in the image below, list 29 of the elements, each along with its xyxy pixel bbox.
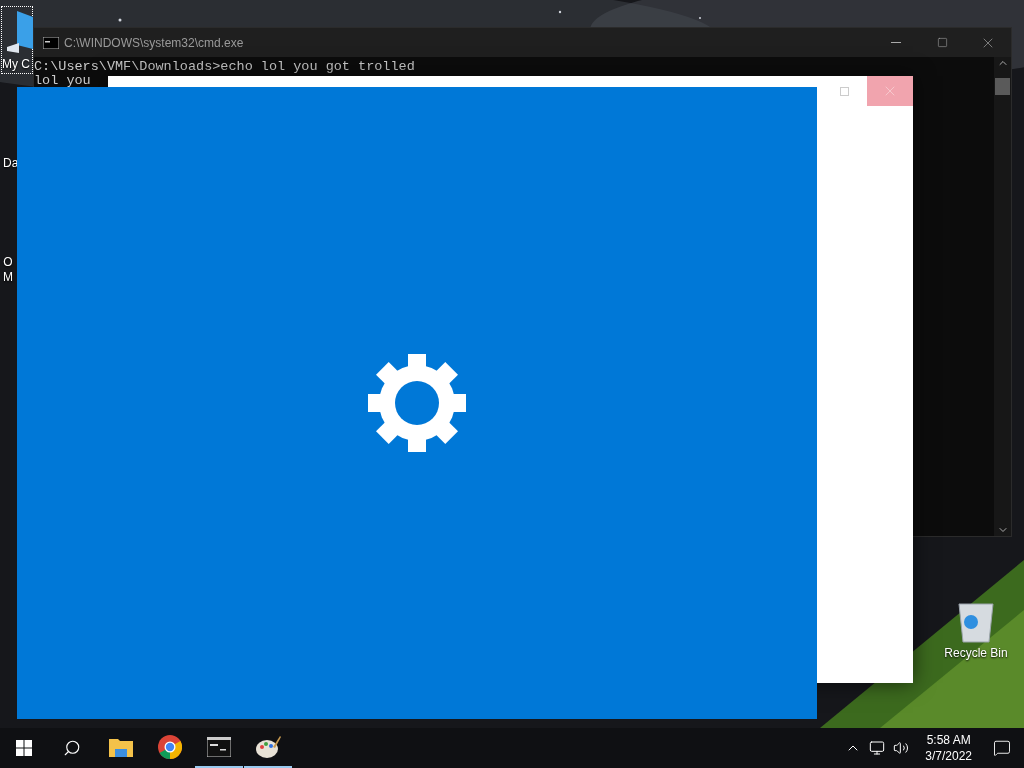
network-icon[interactable] [869, 740, 886, 756]
window-title: C:\WINDOWS\system32\cmd.exe [64, 34, 244, 52]
palette-icon [255, 735, 281, 759]
recycle-bin-icon [957, 600, 995, 644]
icon-label: Da [3, 156, 19, 171]
console-line: lol you [34, 74, 92, 88]
chrome-icon [158, 735, 182, 759]
windows-icon [16, 740, 32, 756]
clock-date: 3/7/2022 [925, 748, 972, 764]
icon-label: Recycle Bin [944, 646, 1008, 661]
scroll-thumb[interactable] [995, 78, 1010, 95]
search-icon [63, 739, 81, 757]
scrollbar[interactable] [994, 57, 1011, 536]
clock-time: 5:58 AM [926, 732, 971, 748]
clock[interactable]: 5:58 AM 3/7/2022 [917, 732, 980, 764]
volume-icon[interactable] [893, 740, 910, 756]
folder-icon [109, 737, 133, 757]
terminal-icon [207, 737, 231, 757]
minimize-icon [891, 42, 901, 43]
gear-icon [368, 354, 466, 452]
icon-label: O [3, 255, 13, 270]
notification-icon [993, 739, 1011, 757]
desktop-icon[interactable]: Recycle Bin [940, 600, 1012, 661]
terminal-icon [43, 36, 59, 49]
icon-label: M [3, 270, 13, 285]
desktop-icon[interactable]: My C [1, 6, 33, 74]
console-line: C:\Users\VMF\Downloads>echo lol you got trolled [34, 60, 416, 74]
icon-label: My C [2, 57, 30, 72]
maximize-icon [936, 37, 948, 48]
